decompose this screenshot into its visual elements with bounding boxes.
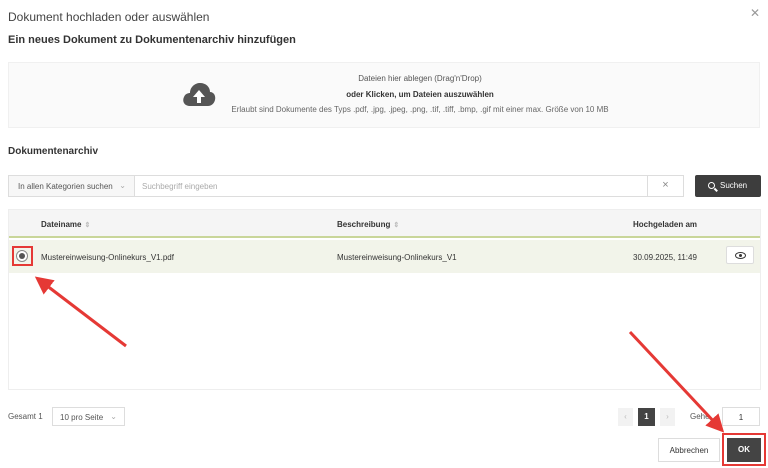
- radio-highlight-box: [12, 246, 33, 266]
- next-page-button[interactable]: ›: [660, 408, 675, 426]
- page-1-button[interactable]: 1: [638, 408, 655, 426]
- cancel-button[interactable]: Abbrechen: [658, 438, 720, 462]
- total-count: Gesamt 1: [8, 412, 43, 421]
- clear-search-button[interactable]: ×: [648, 175, 684, 197]
- search-input[interactable]: Suchbegriff eingeben: [134, 175, 648, 197]
- preview-button[interactable]: [726, 246, 754, 264]
- upload-dialog: Dokument hochladen oder auswählen ✕ Ein …: [0, 0, 768, 468]
- dropzone-hint: Dateien hier ablegen (Drag'n'Drop): [358, 74, 482, 83]
- upload-dropzone[interactable]: Dateien hier ablegen (Drag'n'Drop) oder …: [8, 62, 760, 128]
- column-header-filename[interactable]: Dateiname ⇕: [41, 220, 90, 229]
- goto-page-input[interactable]: 1: [722, 407, 760, 426]
- sort-icon: ⇕: [393, 222, 400, 229]
- per-page-value: 10 pro Seite: [60, 413, 104, 422]
- chevron-down-icon: ⌄: [110, 412, 117, 421]
- dropzone-allowed-types: Erlaubt sind Dokumente des Typs .pdf, .j…: [231, 105, 609, 114]
- document-table: Dateiname ⇕ Beschreibung ⇕ Hochgeladen am …: [8, 209, 761, 390]
- chevron-down-icon: ⌄: [119, 181, 126, 190]
- cell-description: Mustereinweisung-Onlinekurs_V1: [337, 253, 457, 262]
- prev-page-button[interactable]: ‹: [618, 408, 633, 426]
- category-select-value: In allen Kategorien suchen: [18, 182, 113, 191]
- ok-highlight-box: [722, 433, 766, 466]
- table-header: Dateiname ⇕ Beschreibung ⇕ Hochgeladen am: [9, 210, 760, 238]
- search-button-label: Suchen: [720, 181, 748, 190]
- sort-icon: ⇕: [84, 222, 91, 229]
- goto-label: Gehe: [690, 412, 710, 421]
- category-select[interactable]: In allen Kategorien suchen ⌄: [8, 175, 134, 197]
- eye-icon: [735, 252, 746, 259]
- archive-section-title: Dokumentenarchiv: [8, 146, 99, 157]
- dropzone-click-text[interactable]: oder Klicken, um Dateien auszuwählen: [9, 90, 759, 99]
- cell-uploaded: 30.09.2025, 11:49: [633, 253, 697, 262]
- column-header-description[interactable]: Beschreibung ⇕: [337, 220, 399, 229]
- search-button[interactable]: Suchen: [695, 175, 761, 197]
- search-icon: [708, 182, 715, 189]
- dialog-subtitle: Ein neues Dokument zu Dokumentenarchiv h…: [8, 34, 296, 46]
- column-header-uploaded: Hochgeladen am: [633, 220, 698, 229]
- cell-filename: Mustereinweisung-Onlinekurs_V1.pdf: [41, 253, 174, 262]
- per-page-select[interactable]: 10 pro Seite ⌄: [52, 407, 125, 426]
- dialog-title: Dokument hochladen oder auswählen: [8, 10, 210, 24]
- table-row[interactable]: Mustereinweisung-Onlinekurs_V1.pdf Muste…: [9, 240, 760, 273]
- clear-icon: ×: [662, 179, 669, 191]
- close-icon[interactable]: ✕: [750, 6, 760, 20]
